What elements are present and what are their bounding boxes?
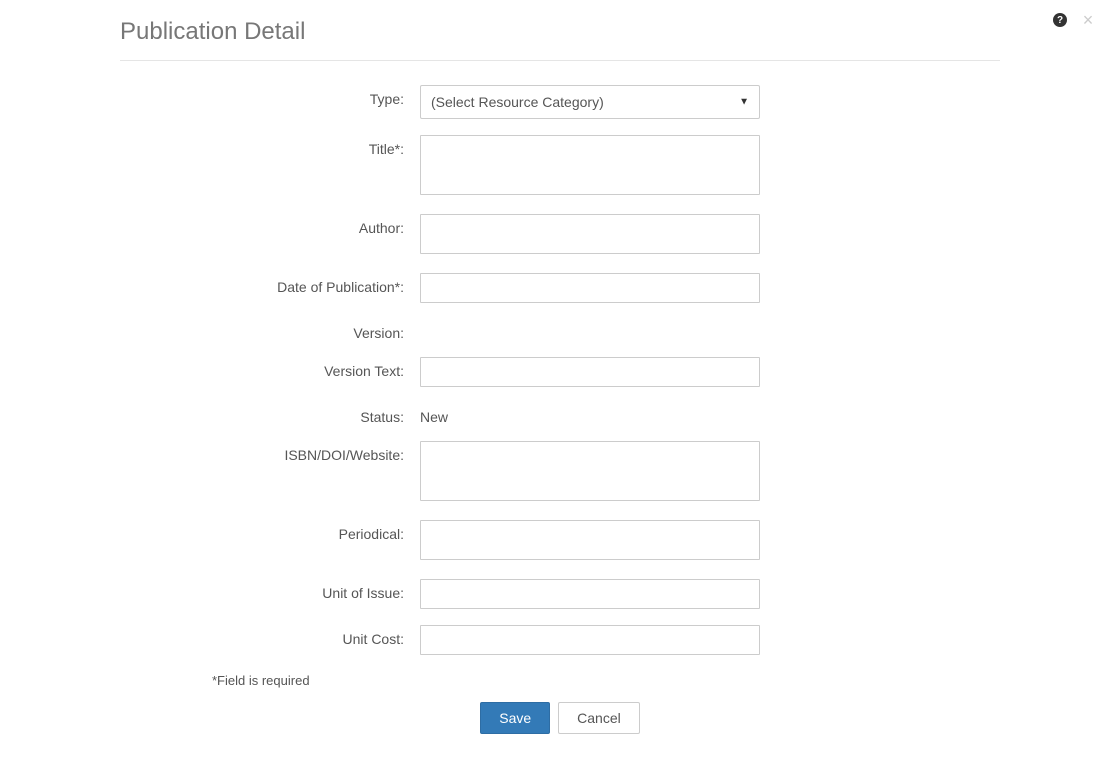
author-input[interactable]: [420, 214, 760, 254]
unit-of-issue-input[interactable]: [420, 579, 760, 609]
title-input[interactable]: [420, 135, 760, 195]
required-field-note: *Field is required: [212, 671, 1000, 702]
type-selected-value: (Select Resource Category): [431, 94, 604, 110]
title-label: Title*:: [120, 135, 420, 157]
status-label: Status:: [120, 403, 420, 425]
cancel-button[interactable]: Cancel: [558, 702, 640, 734]
version-label: Version:: [120, 319, 420, 341]
form-body: Type: (Select Resource Category) ▼ Title…: [120, 61, 1000, 754]
version-text-label: Version Text:: [120, 357, 420, 379]
status-value: New: [420, 403, 760, 425]
type-label: Type:: [120, 85, 420, 107]
modal-header: Publication Detail ? ×: [120, 0, 1000, 61]
author-label: Author:: [120, 214, 420, 236]
type-select[interactable]: (Select Resource Category) ▼: [420, 85, 760, 119]
unit-of-issue-label: Unit of Issue:: [120, 579, 420, 601]
publication-detail-modal: Publication Detail ? × Type: (Select Res…: [0, 0, 1120, 754]
date-of-publication-input[interactable]: [420, 273, 760, 303]
isbn-doi-website-input[interactable]: [420, 441, 760, 501]
save-button[interactable]: Save: [480, 702, 550, 734]
isbn-doi-website-label: ISBN/DOI/Website:: [120, 441, 420, 463]
unit-cost-label: Unit Cost:: [120, 625, 420, 647]
help-icon[interactable]: ?: [1053, 13, 1067, 27]
page-title: Publication Detail: [120, 18, 1000, 46]
unit-cost-input[interactable]: [420, 625, 760, 655]
date-of-publication-label: Date of Publication*:: [120, 273, 420, 295]
chevron-down-icon: ▼: [739, 97, 749, 108]
version-text-input[interactable]: [420, 357, 760, 387]
periodical-label: Periodical:: [120, 520, 420, 542]
periodical-input[interactable]: [420, 520, 760, 560]
close-icon[interactable]: ×: [1081, 13, 1095, 27]
